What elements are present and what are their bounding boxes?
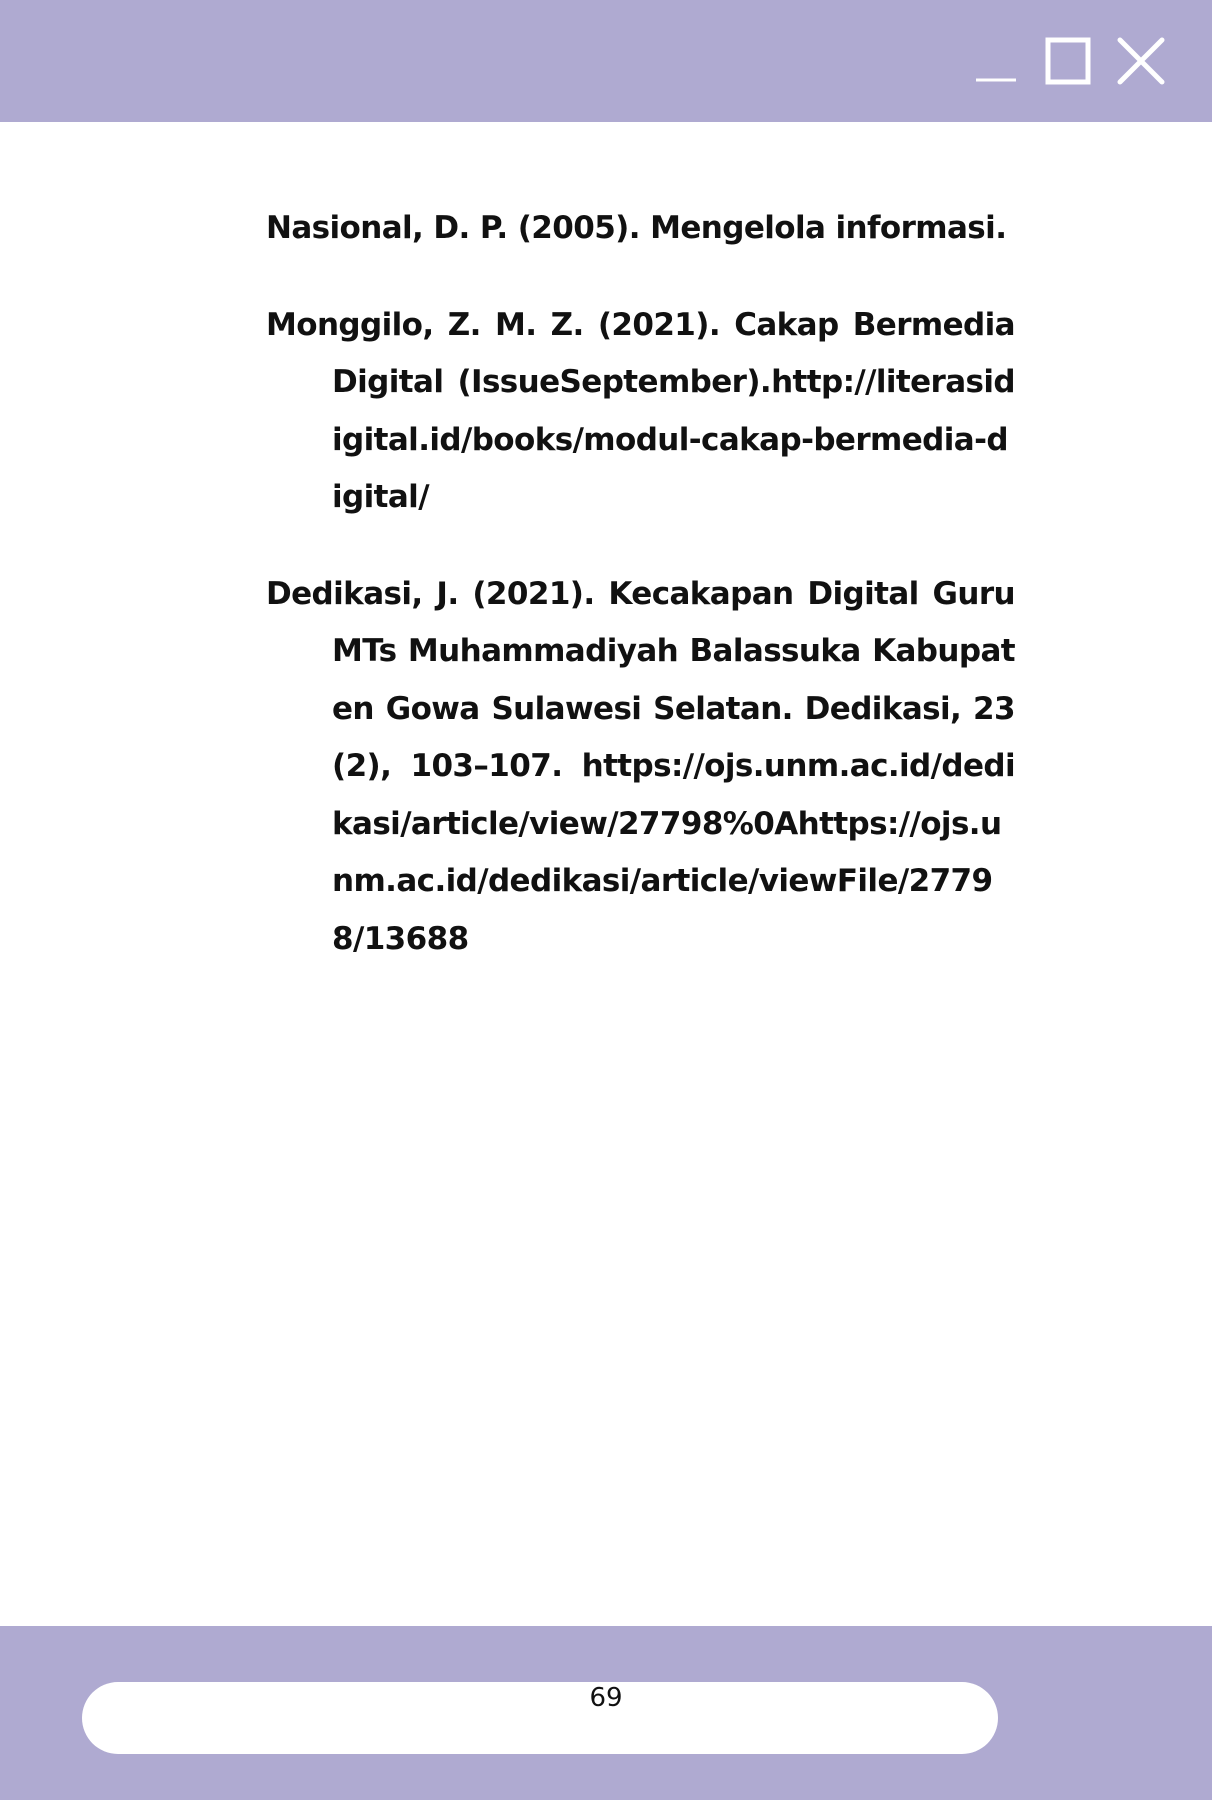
minimize-icon <box>976 78 1016 82</box>
close-button[interactable] <box>1116 36 1166 86</box>
close-icon <box>1117 37 1165 85</box>
minimize-button[interactable] <box>974 36 1018 86</box>
maximize-icon <box>1045 37 1091 85</box>
title-bar <box>0 0 1212 122</box>
page-number: 69 <box>589 1683 623 1713</box>
reference-entry-nasional: Nasional, D. P. (2005). Mengelola inform… <box>266 210 1007 246</box>
reference-list: Nasional, D. P. (2005). Mengelola inform… <box>266 200 1016 1007</box>
reference-entry-monggilo: Monggilo, Z. M. Z. (2021). Cakap Bermedi… <box>266 306 1016 516</box>
reference-entry-dedikasi: Dedikasi, J. (2021). Kecakapan Digital G… <box>266 575 1016 957</box>
maximize-button[interactable] <box>1044 36 1092 86</box>
